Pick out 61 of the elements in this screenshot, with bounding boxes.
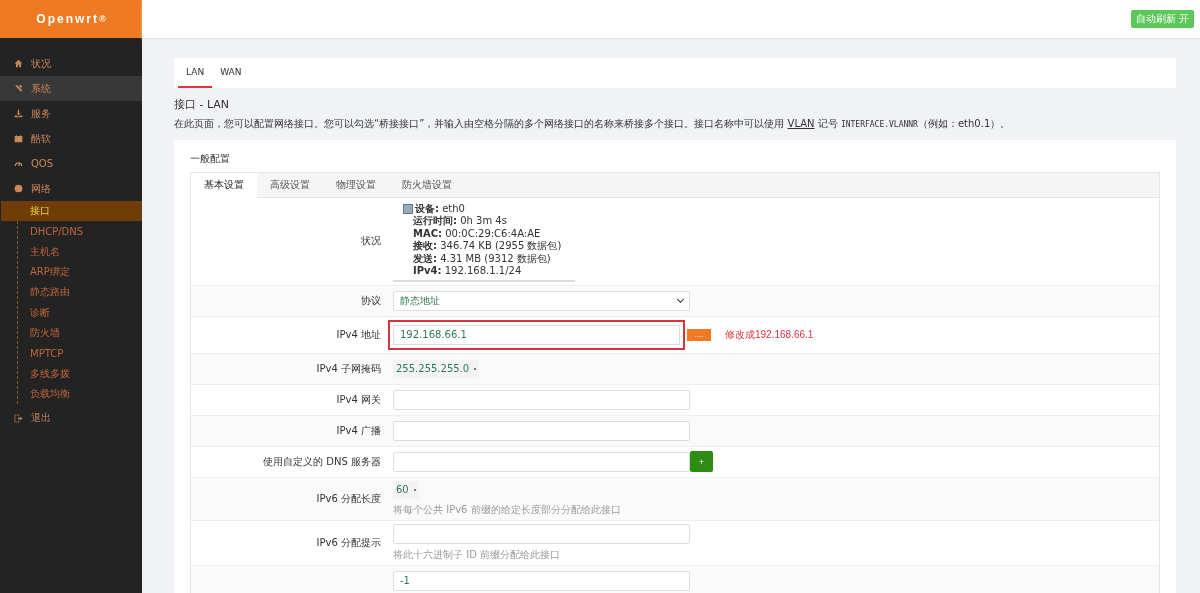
input-field[interactable]: 192.168.66.1 xyxy=(388,319,685,350)
section-tab[interactable]: 高级设置 xyxy=(257,172,323,197)
sidebar-item[interactable]: 状况 xyxy=(0,51,142,76)
tab[interactable]: WAN xyxy=(212,57,250,88)
input-field[interactable]: -1 xyxy=(393,570,690,591)
add-button[interactable]: + xyxy=(690,451,713,473)
page-description: 在此页面，您可以配置网络接口。您可以勾选“桥接接口”，并输入由空格分隔的多个网络接口的名称来桥接多个接口。接口名称中可以使用 VLAN 记号 INTERFACE.VLANNR（例如：eth0.1）。 xyxy=(174,116,1012,131)
input-field[interactable] xyxy=(393,523,690,544)
tab[interactable]: LAN xyxy=(178,57,213,88)
status-line: MAC: 00:0C:29:C6:4A:AE xyxy=(413,227,541,240)
sidebar-item[interactable]: 酷软 xyxy=(0,126,142,151)
status-line: IPv4: 192.168.1.1/24 xyxy=(413,265,522,278)
more-button[interactable]: .... xyxy=(687,328,711,341)
sidebar-subitem[interactable]: 主机名 xyxy=(1,241,142,262)
field-label: IPv4 子网掩码 xyxy=(316,362,381,374)
input-field[interactable] xyxy=(393,420,690,441)
sidebar-subitem[interactable]: DHCP/DNS xyxy=(1,221,142,242)
field-label: IPv6 分配长度 xyxy=(316,492,381,504)
sidebar-subitem[interactable]: 静态路由 xyxy=(1,282,142,303)
download-icon xyxy=(14,109,23,118)
status-line: 发送: 4.31 MB (9312 数据包) xyxy=(413,252,551,266)
sidebar-item[interactable]: 服务 xyxy=(0,101,142,126)
field-label: IPv4 广播 xyxy=(336,424,381,436)
sidebar-item[interactable]: 网络 xyxy=(0,176,142,201)
network-device-icon xyxy=(403,203,413,214)
field-label: 使用自定义的 DNS 服务器 xyxy=(263,455,381,467)
sidebar-subitem[interactable]: 多线多拨 xyxy=(1,363,142,384)
status-line: 运行时间: 0h 3m 4s xyxy=(413,215,507,228)
protocol-select[interactable]: 静态地址 xyxy=(393,290,690,311)
sidebar-subitem[interactable]: ARP绑定 xyxy=(1,261,142,283)
field-label: IPv4 网关 xyxy=(336,393,381,405)
sidebar-item[interactable]: QOS xyxy=(0,151,142,176)
field-label: IPv4 地址 xyxy=(336,328,381,340)
sidebar-subitem[interactable]: MPTCP xyxy=(1,343,142,364)
sidebar-subitem[interactable]: 接口 xyxy=(1,201,142,222)
input-field[interactable] xyxy=(393,451,690,472)
field-label: 状况 xyxy=(361,235,381,247)
field-label: 协议 xyxy=(361,294,381,306)
status-line: 设备: eth0 xyxy=(415,202,465,215)
sidebar-subitem[interactable]: 负载均衡 xyxy=(1,383,142,404)
section-tab[interactable]: 物理设置 xyxy=(323,172,389,197)
dropdown-field[interactable]: 60 xyxy=(393,480,419,499)
vlan-link[interactable]: VLAN xyxy=(787,117,815,129)
help-text: 将此十六进制子 ID 前缀分配给此接口 xyxy=(393,547,561,562)
gauge-icon xyxy=(14,159,23,168)
field-label: IPv6 分配提示 xyxy=(316,536,381,548)
sidebar-item[interactable]: 退出 xyxy=(0,405,142,431)
section-tab[interactable]: 防火墙设置 xyxy=(389,172,465,197)
help-text: 将每个公共 IPv6 前缀的给定长度部分分配给此接口 xyxy=(393,502,622,517)
dropdown-field[interactable]: 255.255.255.0 xyxy=(393,359,480,378)
section-tab[interactable]: 基本设置 xyxy=(191,172,257,197)
input-field[interactable] xyxy=(393,389,690,410)
section-title: 一般配置 xyxy=(190,151,231,166)
sidebar-subitem[interactable]: 诊断 xyxy=(1,302,142,323)
sidebar-subitem[interactable]: 防火墙 xyxy=(1,322,142,344)
annotation-text: 修改成192.168.66.1 xyxy=(725,327,814,342)
calendar-icon xyxy=(14,134,23,143)
page-title: 接口 - LAN xyxy=(174,96,231,112)
sidebar-item[interactable]: 系统 xyxy=(0,76,142,101)
home-icon xyxy=(14,59,23,68)
status-line: 接收: 346.74 KB (2955 数据包) xyxy=(413,240,562,253)
